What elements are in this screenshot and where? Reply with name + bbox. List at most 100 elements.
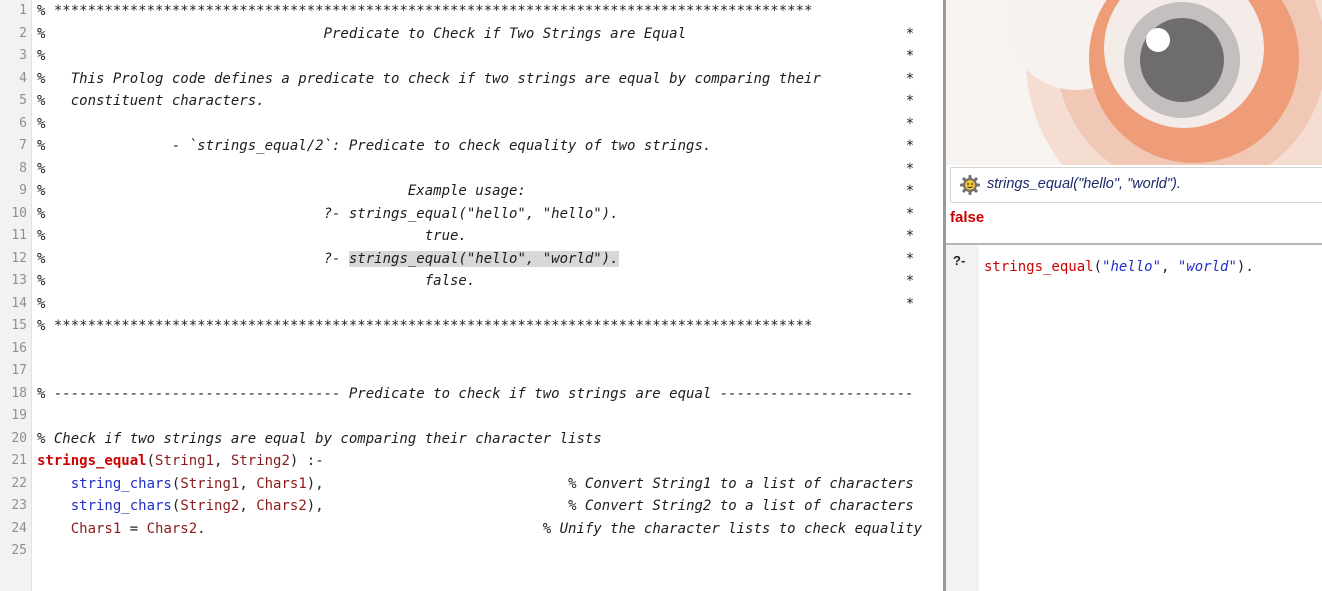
- line-number: 17: [11, 363, 27, 378]
- code-line[interactable]: 13 % false. *: [0, 270, 944, 292]
- code-line[interactable]: 22 string_chars(String1, Chars1), % Conv…: [0, 473, 944, 495]
- query-arg-1: "hello": [1102, 259, 1162, 275]
- code-token: Chars2: [146, 520, 198, 537]
- line-number: 21: [11, 453, 27, 468]
- code-token: %: [37, 115, 46, 132]
- code-line[interactable]: 24 Chars1 = Chars2. % Unify the characte…: [0, 518, 944, 540]
- comment-box-border: *: [905, 138, 915, 154]
- code-token: strings_equal: [37, 453, 147, 469]
- code-line[interactable]: 15 % ************************************…: [0, 315, 944, 337]
- line-number: 20: [11, 430, 27, 446]
- gear-icon[interactable]: [959, 174, 981, 196]
- comment-box-border: *: [905, 25, 915, 42]
- code-line[interactable]: 6% *: [0, 113, 944, 135]
- code-line[interactable]: 3% *: [0, 45, 944, 67]
- source-editor[interactable]: 1 % *************************************…: [0, 0, 944, 591]
- code-token: % Check if two strings are equal by comp…: [37, 430, 602, 447]
- line-number: 23: [11, 498, 27, 513]
- code-token: .: [197, 520, 543, 537]
- line-number: 6: [19, 115, 27, 131]
- code-text: % Check if two strings are equal by comp…: [37, 428, 602, 450]
- code-token: % ---------------------------------- Pre…: [37, 385, 914, 402]
- code-line[interactable]: 20 % Check if two strings are equal by co…: [0, 428, 944, 450]
- code-line[interactable]: 14% *: [0, 293, 944, 315]
- comment-box-border: *: [905, 250, 915, 267]
- code-text: % ?- strings_equal("hello", "hello").: [37, 203, 619, 225]
- code-line[interactable]: 7 % - `strings_equal/2`: Predicate to che…: [0, 135, 944, 157]
- code-line[interactable]: 4 % This Prolog code defines a predicate …: [0, 68, 944, 90]
- line-number: 2: [19, 25, 27, 41]
- comment-box-border: *: [905, 48, 915, 64]
- comment-box-border: *: [905, 115, 915, 132]
- code-line[interactable]: 23 string_chars(String2, Chars2), % Conv…: [0, 495, 944, 517]
- query-close: ).: [1236, 259, 1254, 275]
- comment-box-border: *: [905, 228, 915, 244]
- line-number: 1: [19, 3, 27, 18]
- query-open-paren: (: [1093, 259, 1103, 275]
- code-token: string_chars: [70, 498, 172, 514]
- code-token: string_chars: [70, 475, 172, 492]
- line-number: 10: [11, 205, 27, 221]
- query-input[interactable]: strings_equal("hello", "world").: [984, 259, 1254, 275]
- query-label: strings_equal("hello", "world").: [987, 176, 1181, 192]
- code-line[interactable]: 2 % Predicate to Check if Two Strings are…: [0, 23, 944, 45]
- query-arg-2: "world": [1177, 259, 1237, 275]
- code-token: String1: [180, 475, 240, 492]
- code-line[interactable]: 9 % Example usage: *: [0, 180, 944, 202]
- code-token: strings_equal("hello", "world").: [348, 250, 619, 267]
- code-token: String2: [180, 498, 240, 514]
- line-number: 3: [19, 48, 27, 63]
- code-token: % true.: [37, 228, 467, 244]
- query-result-header[interactable]: strings_equal("hello", "world").: [950, 167, 1322, 203]
- code-line[interactable]: 8% *: [0, 158, 944, 180]
- code-text: % Predicate to Check if Two Strings are …: [37, 23, 686, 45]
- code-token: %: [37, 160, 46, 177]
- code-token: ,: [239, 498, 257, 514]
- code-line[interactable]: 11 % true. *: [0, 225, 944, 247]
- line-number: 19: [11, 408, 27, 423]
- code-token: % Convert String1 to a list of character…: [568, 475, 914, 492]
- code-line[interactable]: 19: [0, 405, 944, 427]
- line-number: 13: [11, 273, 27, 288]
- code-line[interactable]: 17: [0, 360, 944, 382]
- line-number: 18: [11, 385, 27, 401]
- code-token: % Unify the character lists to check equ…: [542, 520, 923, 537]
- line-number: 14: [11, 295, 27, 311]
- code-text: string_chars(String2, Chars2), % Convert…: [37, 495, 914, 517]
- code-token: =: [121, 520, 147, 537]
- code-token: ,: [239, 475, 257, 492]
- code-line[interactable]: 5 % constituent characters. *: [0, 90, 944, 112]
- code-text: % true.: [37, 225, 467, 247]
- code-line[interactable]: 1 % *************************************…: [0, 0, 944, 22]
- code-text: %: [37, 293, 45, 315]
- code-text: %: [37, 45, 45, 67]
- code-line[interactable]: 16: [0, 338, 944, 360]
- query-editor[interactable]: ?- strings_equal("hello", "world").: [946, 243, 1322, 591]
- code-text: % Example usage:: [37, 180, 526, 202]
- code-text: string_chars(String1, Chars1), % Convert…: [37, 473, 914, 495]
- line-number: 4: [19, 70, 27, 86]
- comment-box-border: *: [905, 273, 915, 289]
- line-number: 16: [11, 340, 27, 356]
- code-text: strings_equal(String1, String2) :-: [37, 450, 324, 472]
- code-text: Chars1 = Chars2. % Unify the character l…: [37, 518, 922, 540]
- line-number: 9: [19, 183, 27, 198]
- query-gutter: ?-: [946, 245, 979, 591]
- comment-box-border: *: [905, 160, 915, 177]
- code-token: % This Prolog code defines a predicate t…: [37, 70, 821, 87]
- code-line[interactable]: 10 % ?- strings_equal("hello", "hello"). *: [0, 203, 944, 225]
- code-token: Chars2: [256, 498, 307, 514]
- code-line[interactable]: 21 strings_equal(String1, String2) :-: [0, 450, 944, 472]
- code-text: % - `strings_equal/2`: Predicate to chec…: [37, 135, 711, 157]
- code-text: % **************************************…: [37, 0, 812, 22]
- code-token: String2: [230, 453, 290, 469]
- code-text: % ?- strings_equal("hello", "world").: [37, 248, 619, 270]
- code-line[interactable]: 12 % ?- strings_equal("hello", "world"). *: [0, 248, 944, 270]
- code-line[interactable]: 18 % ---------------------------------- P…: [0, 383, 944, 405]
- line-number: 25: [11, 543, 27, 558]
- comment-box-border: *: [905, 93, 915, 109]
- code-line[interactable]: 25: [0, 540, 944, 562]
